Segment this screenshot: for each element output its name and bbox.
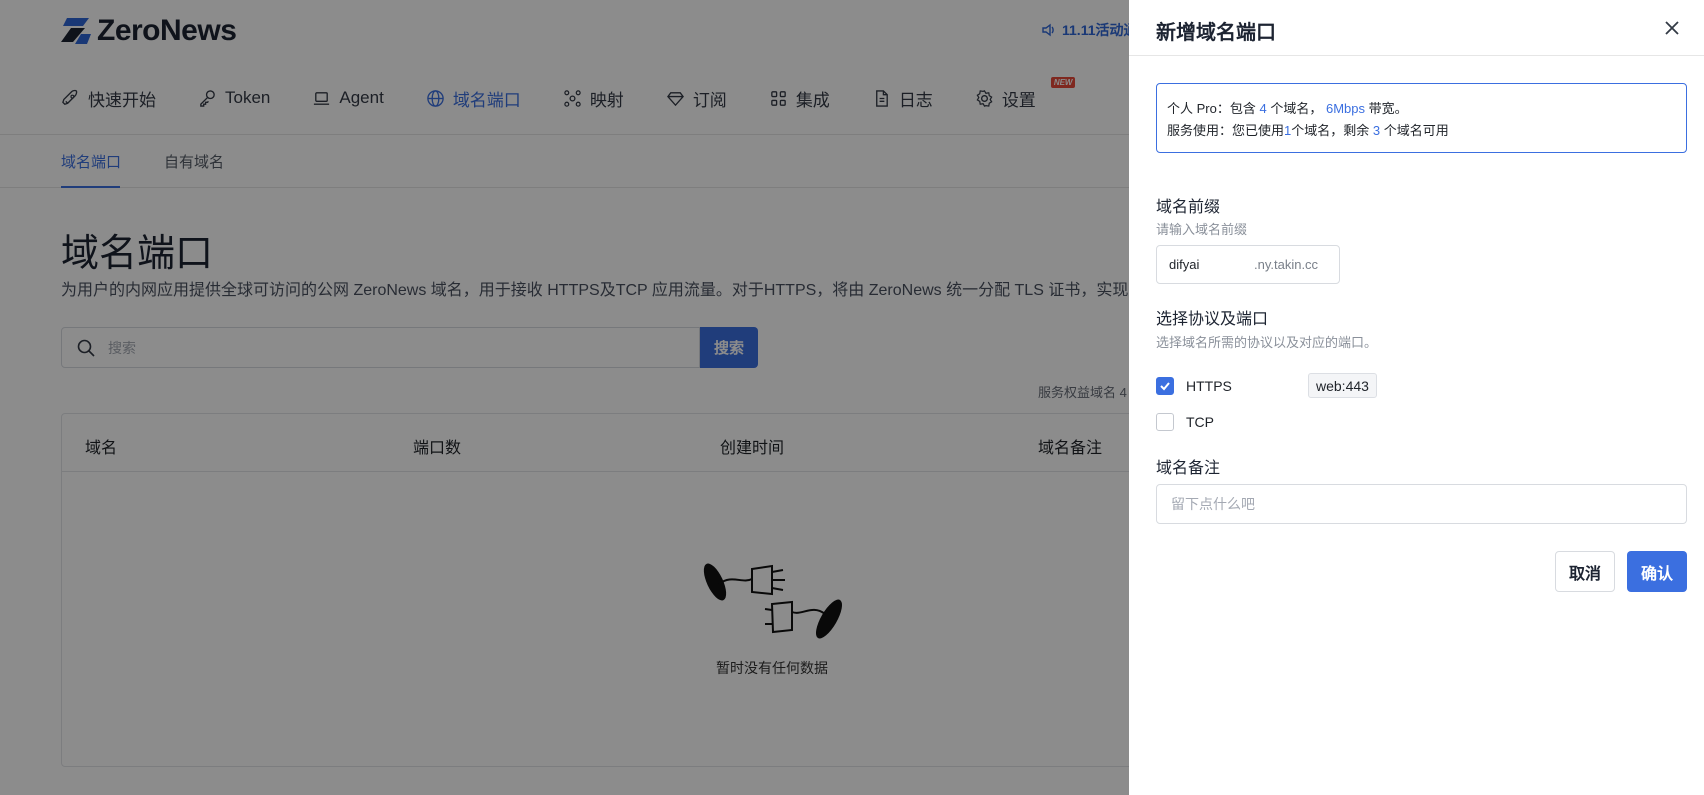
plan-info-box: 个人 Pro：包含 4 个域名， 6Mbps 带宽。 服务使用：您已使用1个域名… [1156, 83, 1687, 153]
https-checkbox[interactable] [1156, 376, 1174, 395]
port-tag: web:443 [1308, 373, 1377, 398]
plan-info-line2: 服务使用：您已使用1个域名，剩余 3 个域名可用 [1167, 120, 1676, 142]
cancel-button[interactable]: 取消 [1555, 551, 1615, 592]
drawer-title: 新增域名端口 [1156, 22, 1276, 44]
prefix-value: difyai [1169, 257, 1200, 272]
prefix-label: 域名前缀 [1156, 199, 1221, 216]
prefix-help: 请输入域名前缀 [1156, 222, 1248, 237]
close-button[interactable] [1660, 16, 1684, 40]
remaining-count: 3 [1372, 123, 1381, 138]
plan-text: 带宽。 [1368, 101, 1408, 116]
tcp-checkbox[interactable] [1156, 413, 1174, 431]
plan-text: 个域名， [1270, 101, 1323, 116]
close-icon [1665, 21, 1679, 35]
protocol-option-tcp: TCP [1156, 413, 1308, 431]
bandwidth-value: 6Mbps [1325, 101, 1365, 116]
confirm-button[interactable]: 确认 [1627, 551, 1687, 592]
usage-text: 个域名，剩余 [1291, 123, 1370, 138]
protocol-option-https: HTTPS web:443 [1156, 373, 1377, 398]
drawer-header: 新增域名端口 [1129, 0, 1704, 56]
remark-label: 域名备注 [1156, 460, 1221, 477]
add-domain-drawer: 新增域名端口 个人 Pro：包含 4 个域名， 6Mbps 带宽。 服务使用：您… [1129, 0, 1704, 795]
remark-input[interactable] [1156, 484, 1687, 524]
check-icon [1160, 381, 1170, 390]
domain-suffix: .ny.takin.cc [1254, 257, 1319, 272]
tcp-label: TCP [1186, 414, 1214, 430]
plan-text: 个人 Pro：包含 [1167, 101, 1256, 116]
usage-text: 个域名可用 [1383, 123, 1449, 138]
domain-prefix-input[interactable]: difyai .ny.takin.cc [1156, 245, 1340, 284]
domain-count: 4 [1259, 101, 1267, 116]
https-label: HTTPS [1186, 377, 1232, 394]
usage-text: 服务使用：您已使用 [1167, 123, 1285, 138]
protocol-label: 选择协议及端口 [1156, 311, 1269, 328]
protocol-help: 选择域名所需的协议以及对应的端口。 [1156, 335, 1378, 350]
plan-info-line1: 个人 Pro：包含 4 个域名， 6Mbps 带宽。 [1167, 98, 1676, 120]
